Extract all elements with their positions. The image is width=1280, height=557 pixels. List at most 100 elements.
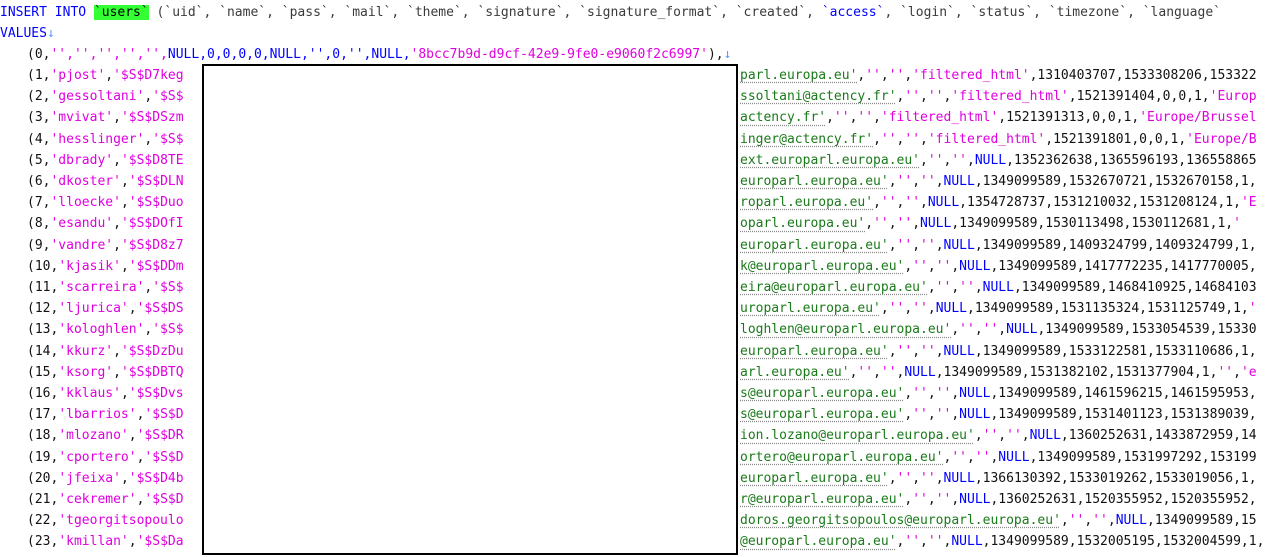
row-username: 'mvivat': [50, 110, 114, 126]
row-mail: inger@actency.fr': [740, 131, 874, 147]
string-token: '$S$: [152, 131, 184, 147]
line-break-icon: ↓: [723, 47, 732, 62]
row-pass-prefix: ,'$S$DBTQ: [113, 365, 183, 380]
value-token: ,1349099589,1531997292,153199: [1029, 449, 1257, 465]
row-username: 'esandu': [50, 216, 114, 232]
value-token: ,: [880, 301, 889, 317]
row-rest: ,'','',NULL,1360252631,1433872959,14: [975, 428, 1257, 443]
string-token: 'Europe/B: [1186, 131, 1257, 147]
line-break-icon: ↓: [46, 26, 55, 41]
value-token: ,: [920, 152, 928, 168]
value-token: ,1366130392,1533019262,1533019056,1,: [974, 470, 1257, 486]
null-token: NULL: [951, 534, 983, 550]
row-rest: ,'','',NULL,1349099589,1417772235,141777…: [904, 259, 1256, 274]
value-token: ,: [935, 174, 944, 189]
string-token: 'Europe/Brussel: [1139, 110, 1257, 126]
string-token: '$S$D: [144, 449, 184, 465]
row-uid: (9,: [27, 237, 51, 253]
row-uid: (23,: [27, 534, 59, 550]
string-token: '$S$DBTQ: [120, 364, 184, 380]
row-pass-prefix: ,'$S$Duo: [121, 195, 184, 210]
value-token: ,: [105, 68, 114, 83]
null-token: NULL: [959, 492, 991, 507]
value-token: ,: [888, 237, 897, 253]
table-row-right: europarl.europa.eu','','',NULL,134909958…: [740, 341, 1280, 362]
row-mail: @europarl.europa.eu': [740, 534, 897, 550]
row-pass-prefix: ,'$S$D7keg: [105, 68, 183, 83]
null-token: NULL: [959, 407, 991, 423]
table-row-right: parl.europa.eu','','','filtered_html',13…: [740, 65, 1280, 86]
string-token: '': [927, 534, 944, 550]
row-mail: actency.fr': [740, 110, 827, 126]
string-token: '$S$DLN: [128, 174, 184, 189]
row-uid: (6,: [27, 174, 51, 189]
string-token: '': [1217, 364, 1234, 380]
row-mail: europarl.europa.eu': [740, 174, 889, 189]
row-username: 'cekremer': [58, 492, 137, 507]
string-token: '$S$Dvs: [128, 386, 184, 401]
sql-editor[interactable]: INSERT INTO `users` (`uid`, `name`, `pas…: [0, 0, 1280, 557]
null-token: NULL: [927, 195, 960, 211]
row-pass-prefix: ,'$S$DR: [129, 428, 184, 443]
value-token: ,: [951, 492, 960, 507]
row-pass-prefix: ,'$S$: [144, 280, 183, 295]
value-token: ,: [998, 322, 1007, 338]
row-mail: ion.lozano@europarl.europa.eu': [740, 428, 975, 444]
value-token: ,1521391404,0,0,1,: [1068, 89, 1210, 105]
string-token: '$S$D: [144, 407, 184, 423]
string-token: '': [974, 449, 991, 465]
string-token: '$S$D8z7: [120, 237, 184, 253]
string-token: '': [1092, 513, 1108, 529]
table-row-right: ortero@europarl.europa.eu','','',NULL,13…: [740, 447, 1280, 468]
table-row: (2,'gessoltani','$S$: [27, 86, 203, 107]
row-uid: (2,: [27, 89, 51, 105]
row-uid: (1,: [27, 68, 51, 83]
row-mail: uroparl.europa.eu': [740, 301, 881, 317]
value-token: ,: [927, 492, 936, 507]
row-mail: europarl.europa.eu': [740, 470, 889, 486]
table-row: (22,'tgeorgitsopoulo: [27, 510, 203, 531]
null-token: NULL: [974, 152, 1007, 168]
value-token: ,: [880, 68, 889, 83]
value-token: ,: [912, 470, 921, 486]
row-username: 'scarreira': [58, 280, 145, 295]
string-token: 'E: [1240, 195, 1257, 211]
value-token: ,: [120, 174, 129, 189]
row-mail: ortero@europarl.europa.eu': [740, 449, 944, 465]
null-token: NULL: [943, 470, 975, 486]
value-token: ,: [873, 131, 881, 147]
value-token: ,: [113, 364, 121, 380]
row-uid: (4,: [27, 131, 51, 147]
row-uid: (21,: [27, 492, 59, 507]
string-token: 'filtered_html': [927, 131, 1046, 147]
string-token: '$S$D: [144, 492, 184, 507]
row-pass-prefix: ,'$S$D8TE: [113, 153, 183, 168]
value-token: ,: [951, 407, 960, 423]
row-username: 'tgeorgitsopoulo: [58, 513, 184, 529]
row-pass-prefix: ,'$S$DSzm: [113, 110, 183, 125]
row-rest: ,'','',NULL,1349099589,15: [1061, 513, 1257, 528]
row-rest: ,'','',NULL,1349099589,1461596215,146159…: [904, 386, 1256, 401]
row-mail: eira@europarl.europa.eu': [740, 280, 928, 295]
string-token: '': [888, 68, 905, 83]
row-uid: (12,: [27, 301, 59, 317]
value-token: ,1349099589,1461596215,1461595953,: [990, 386, 1257, 401]
string-token: '': [833, 110, 850, 126]
null-token: NULL: [998, 449, 1030, 465]
table-row: (18,'mlozano','$S$DR: [27, 425, 203, 446]
table-row: (5,'dbrady','$S$D8TE: [27, 150, 203, 171]
string-token: '': [935, 407, 952, 423]
row-mail: doros.georgitsopoulos@europarl.europa.eu…: [740, 513, 1061, 529]
string-token: '': [857, 364, 874, 380]
row-rest: ,'','',NULL,1354728737,1531210032,153120…: [873, 195, 1257, 210]
row-uid: (3,: [27, 110, 51, 126]
table-row: (9,'vandre','$S$D8z7: [27, 235, 203, 256]
table-row-right: uroparl.europa.eu','','',NULL,1349099589…: [740, 298, 1280, 319]
row-username: 'ksorg': [58, 364, 114, 380]
value-token: ,1349099589,15: [1147, 513, 1257, 529]
row-username: 'hesslinger': [50, 131, 145, 147]
row-username: 'kmillan': [58, 534, 129, 550]
value-token: ,: [912, 343, 921, 359]
table-row: (1,'pjost','$S$D7keg: [27, 65, 203, 86]
string-token: '$S$DS: [136, 301, 184, 317]
